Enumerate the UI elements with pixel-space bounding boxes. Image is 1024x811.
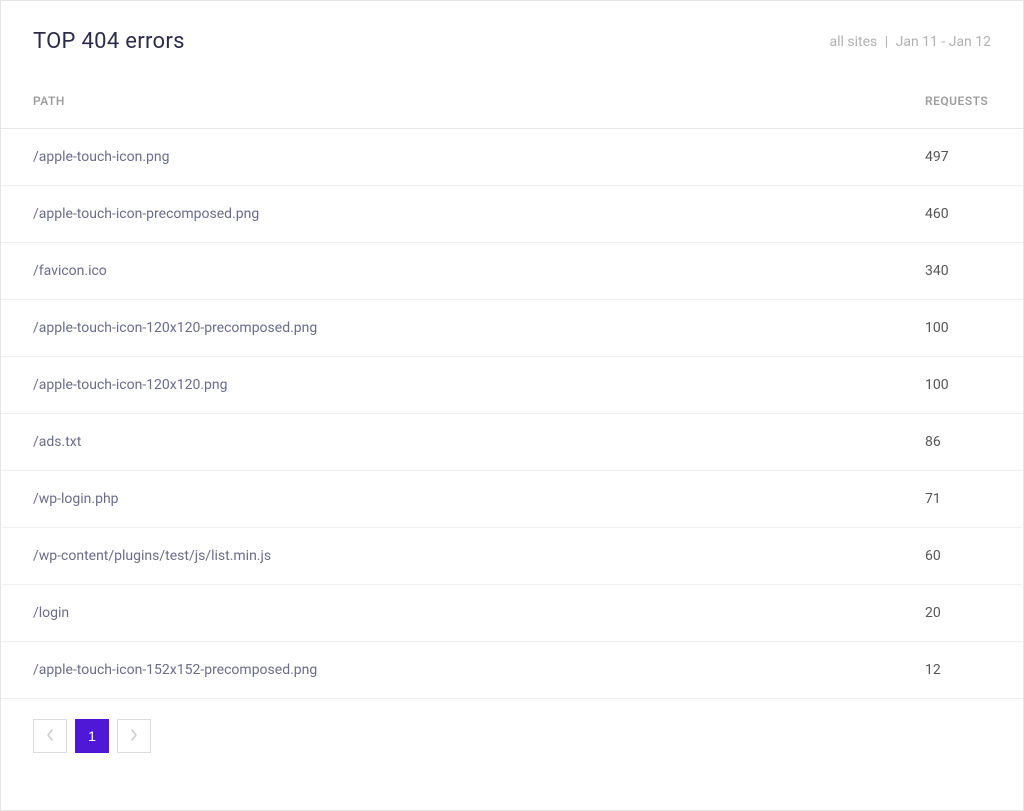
table-row[interactable]: /apple-touch-icon-120x120-precomposed.pn… xyxy=(1,300,1023,357)
cell-path: /wp-login.php xyxy=(1,471,893,528)
cell-path: /login xyxy=(1,585,893,642)
table-header-row: PATH REQUESTS xyxy=(1,74,1023,129)
column-header-requests[interactable]: REQUESTS xyxy=(893,74,1023,129)
filter-daterange[interactable]: Jan 11 - Jan 12 xyxy=(896,34,991,50)
cell-requests: 497 xyxy=(893,129,1023,186)
panel-header: TOP 404 errors all sites | Jan 11 - Jan … xyxy=(1,1,1023,74)
cell-path: /ads.txt xyxy=(1,414,893,471)
filter-summary: all sites | Jan 11 - Jan 12 xyxy=(829,34,991,50)
page-number-button[interactable]: 1 xyxy=(75,719,109,753)
cell-requests: 460 xyxy=(893,186,1023,243)
table-row[interactable]: /ads.txt 86 xyxy=(1,414,1023,471)
cell-requests: 100 xyxy=(893,357,1023,414)
filter-separator: | xyxy=(885,34,888,50)
cell-path: /wp-content/plugins/test/js/list.min.js xyxy=(1,528,893,585)
cell-requests: 12 xyxy=(893,642,1023,699)
page-prev-button[interactable] xyxy=(33,719,67,753)
table-row[interactable]: /apple-touch-icon-precomposed.png 460 xyxy=(1,186,1023,243)
table-row[interactable]: /apple-touch-icon.png 497 xyxy=(1,129,1023,186)
cell-path: /apple-touch-icon-120x120.png xyxy=(1,357,893,414)
cell-path: /favicon.ico xyxy=(1,243,893,300)
panel-title: TOP 404 errors xyxy=(33,29,185,54)
errors-table: PATH REQUESTS /apple-touch-icon.png 497 … xyxy=(1,74,1023,699)
table-body: /apple-touch-icon.png 497 /apple-touch-i… xyxy=(1,129,1023,699)
chevron-left-icon xyxy=(46,728,54,744)
cell-requests: 60 xyxy=(893,528,1023,585)
table-row[interactable]: /apple-touch-icon-120x120.png 100 xyxy=(1,357,1023,414)
cell-path: /apple-touch-icon-152x152-precomposed.pn… xyxy=(1,642,893,699)
cell-requests: 20 xyxy=(893,585,1023,642)
cell-path: /apple-touch-icon-precomposed.png xyxy=(1,186,893,243)
cell-requests: 100 xyxy=(893,300,1023,357)
page-next-button[interactable] xyxy=(117,719,151,753)
table-row[interactable]: /wp-content/plugins/test/js/list.min.js … xyxy=(1,528,1023,585)
filter-sites[interactable]: all sites xyxy=(829,34,877,50)
cell-requests: 71 xyxy=(893,471,1023,528)
table-row[interactable]: /login 20 xyxy=(1,585,1023,642)
panel-top-404-errors: TOP 404 errors all sites | Jan 11 - Jan … xyxy=(0,0,1024,811)
column-header-path[interactable]: PATH xyxy=(1,74,893,129)
pagination: 1 xyxy=(1,699,1023,773)
cell-requests: 86 xyxy=(893,414,1023,471)
cell-requests: 340 xyxy=(893,243,1023,300)
table-row[interactable]: /apple-touch-icon-152x152-precomposed.pn… xyxy=(1,642,1023,699)
cell-path: /apple-touch-icon-120x120-precomposed.pn… xyxy=(1,300,893,357)
table-row[interactable]: /favicon.ico 340 xyxy=(1,243,1023,300)
cell-path: /apple-touch-icon.png xyxy=(1,129,893,186)
chevron-right-icon xyxy=(130,728,138,744)
table-row[interactable]: /wp-login.php 71 xyxy=(1,471,1023,528)
